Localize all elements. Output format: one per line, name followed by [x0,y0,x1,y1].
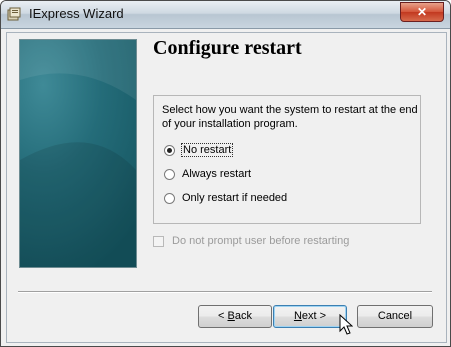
next-mnemonic: N [293,310,302,322]
page-title: Configure restart [153,37,302,59]
iexpress-app-icon [7,7,21,21]
radio-button[interactable] [164,144,175,156]
radio-label[interactable]: No restart [181,143,234,157]
title-bar[interactable]: IExpress Wizard ✕ [1,1,450,29]
radio-restart-if-needed[interactable]: Only restart if needed [164,190,288,206]
wizard-banner-image [19,39,137,268]
restart-options-group: Select how you want the system to restar… [153,95,421,224]
next-rest: ext > [301,310,327,322]
button-separator [18,291,432,293]
back-rest: ack [234,310,252,322]
close-icon: ✕ [416,5,428,19]
radio-button[interactable] [164,192,175,204]
back-prefix: < [218,310,228,322]
radio-label[interactable]: Always restart [181,168,252,180]
banner-wave-graphic [20,40,136,267]
radio-no-restart[interactable]: No restart [164,142,234,158]
cancel-label: Cancel [377,310,413,322]
cancel-button[interactable]: Cancel [357,305,433,328]
close-button[interactable]: ✕ [400,2,444,22]
radio-label[interactable]: Only restart if needed [181,192,288,204]
no-prompt-checkbox [153,235,164,247]
radio-always-restart[interactable]: Always restart [164,166,252,182]
no-prompt-checkbox-row: Do not prompt user before restarting [153,235,349,247]
back-button[interactable]: < Back [198,305,272,328]
back-mnemonic: B [227,310,235,322]
no-prompt-checkbox-label: Do not prompt user before restarting [172,235,350,247]
next-button[interactable]: Next > [273,305,347,328]
radio-button[interactable] [164,168,175,180]
window-title: IExpress Wizard [29,6,124,21]
restart-prompt-text: Select how you want the system to restar… [162,104,418,130]
mouse-pointer-icon [339,314,353,335]
